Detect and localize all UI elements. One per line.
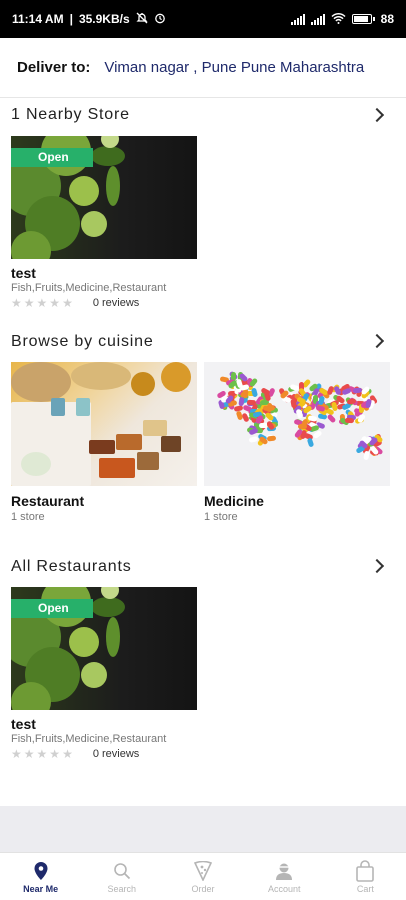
rating-stars: ★ ★ ★ ★ ★	[11, 747, 73, 761]
pill-shape	[266, 435, 277, 442]
tab-order[interactable]: Order	[162, 853, 243, 900]
star-icon: ★	[62, 747, 73, 761]
wifi-icon	[331, 12, 346, 27]
search-icon	[113, 860, 131, 882]
cuisine-section-title: Browse by cuisine	[11, 333, 154, 350]
store-image: Open	[11, 136, 197, 259]
restaurants-chevron-right-icon[interactable]	[369, 558, 385, 574]
tab-account[interactable]: Account	[244, 853, 325, 900]
review-count: 0 reviews	[92, 297, 140, 309]
divider: |	[69, 12, 73, 26]
alarm-icon	[154, 12, 166, 27]
store-categories: Fish,Fruits,Medicine,Restaurant	[11, 733, 167, 745]
star-icon: ★	[36, 747, 48, 761]
open-badge: Open	[11, 599, 93, 618]
pill-shape	[341, 387, 352, 396]
user-icon	[274, 860, 294, 882]
cuisine-store-count: 1 store	[11, 511, 45, 523]
star-icon: ★	[11, 296, 22, 310]
bag-icon	[355, 859, 375, 882]
network-speed: 35.9KB/s	[78, 12, 130, 26]
pill-shape	[344, 417, 354, 423]
mute-icon	[136, 12, 148, 27]
clock: 11:14 AM	[12, 12, 64, 26]
star-icon: ★	[49, 747, 61, 761]
pill-shape	[327, 413, 337, 424]
star-icon: ★	[36, 296, 48, 310]
cuisine-chevron-right-icon[interactable]	[369, 333, 385, 349]
tab-label: Account	[267, 883, 301, 894]
delivery-address[interactable]: Viman nagar , Pune Pune Maharashtra	[104, 59, 389, 76]
review-count: 0 reviews	[92, 748, 140, 760]
status-bar: 11:14 AM | 35.9KB/s 88	[0, 0, 406, 38]
bottom-tab-bar: Near Me Search Order Account Cart	[0, 852, 406, 900]
tab-label: Cart	[356, 883, 374, 894]
bottom-spacer	[0, 806, 406, 852]
pill-shape	[306, 437, 315, 448]
store-image: Open	[11, 587, 197, 710]
signal-icon	[310, 13, 325, 25]
battery-percent: 88	[380, 12, 394, 26]
pill-shape	[312, 429, 324, 440]
tab-label: Search	[107, 883, 137, 894]
tab-cart[interactable]: Cart	[325, 853, 406, 900]
star-icon: ★	[23, 747, 35, 761]
cuisine-tile-restaurant[interactable]: Restaurant 1 store	[11, 362, 197, 523]
tab-label: Near Me	[23, 883, 59, 894]
nearby-chevron-right-icon[interactable]	[369, 107, 385, 123]
signal-icon	[290, 13, 305, 25]
star-icon: ★	[11, 747, 22, 761]
star-icon: ★	[23, 296, 35, 310]
restaurants-section-title: All Restaurants	[11, 558, 132, 575]
deliver-label: Deliver to:	[17, 59, 91, 76]
pizza-icon	[194, 860, 212, 882]
location-pin-icon	[33, 860, 49, 882]
cuisine-store-count: 1 store	[204, 511, 238, 523]
restaurant-image	[11, 362, 197, 486]
pill-shape	[235, 410, 244, 421]
store-rating: ★ ★ ★ ★ ★ 0 reviews	[11, 747, 197, 761]
star-icon: ★	[62, 296, 73, 310]
cuisine-name: Medicine	[204, 493, 264, 509]
delivery-address-bar[interactable]: Deliver to: Viman nagar , Pune Pune Maha…	[0, 38, 406, 98]
rating-stars: ★ ★ ★ ★ ★	[11, 296, 73, 310]
star-icon: ★	[49, 296, 61, 310]
nearby-section-title: 1 Nearby Store	[11, 106, 130, 123]
open-badge: Open	[11, 148, 93, 167]
battery-icon	[351, 14, 375, 24]
tab-label: Order	[191, 883, 215, 894]
store-name: test	[11, 265, 36, 281]
store-rating: ★ ★ ★ ★ ★ 0 reviews	[11, 296, 197, 310]
restaurant-store-card[interactable]: Open test Fish,Fruits,Medicine,Restauran…	[11, 587, 197, 761]
nearby-store-card[interactable]: Open test Fish,Fruits,Medicine,Restauran…	[11, 136, 197, 310]
tab-near-me[interactable]: Near Me	[0, 853, 81, 900]
tab-search[interactable]: Search	[81, 853, 162, 900]
store-categories: Fish,Fruits,Medicine,Restaurant	[11, 282, 167, 294]
pill-shape	[363, 450, 370, 461]
cuisine-name: Restaurant	[11, 493, 85, 509]
medicine-image	[204, 362, 390, 486]
cuisine-tile-medicine[interactable]: Medicine 1 store	[204, 362, 390, 523]
store-name: test	[11, 716, 36, 732]
